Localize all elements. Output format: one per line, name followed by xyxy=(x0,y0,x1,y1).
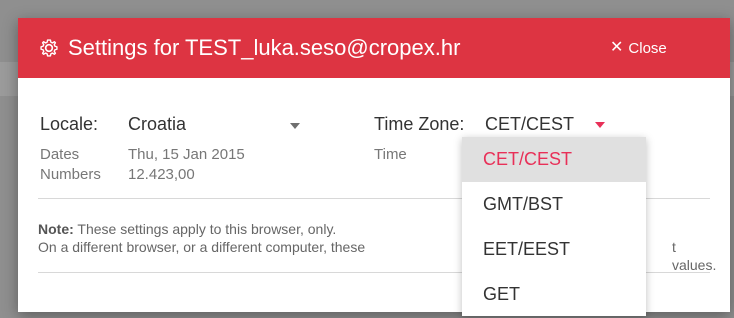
caret-down-icon[interactable] xyxy=(595,122,605,128)
timezone-label: Time Zone: xyxy=(374,114,465,134)
timezone-dropdown: CET/CEST GMT/BST EET/EEST GET xyxy=(462,137,646,316)
dropdown-option-cet-cest[interactable]: CET/CEST xyxy=(462,137,646,182)
locale-select[interactable]: Croatia xyxy=(128,114,186,135)
timezone-select[interactable]: CET/CEST xyxy=(485,114,574,135)
dates-label: Dates xyxy=(40,146,80,163)
note-text-2-start: On a different browser, or a different c… xyxy=(38,239,366,255)
dates-value: Thu, 15 Jan 2015 xyxy=(128,146,245,163)
gear-icon xyxy=(40,39,58,57)
dialog-title: Settings for TEST_luka.seso@cropex.hr xyxy=(68,35,461,60)
time-label: Time xyxy=(374,146,407,163)
dropdown-option-gmt-bst[interactable]: GMT/BST xyxy=(462,182,646,227)
note-text-2-end: t values. xyxy=(672,239,717,273)
dropdown-option-eet-eest[interactable]: EET/EEST xyxy=(462,227,646,272)
dialog-header: Settings for TEST_luka.seso@cropex.hr ✕ … xyxy=(18,18,730,78)
dropdown-option-get[interactable]: GET xyxy=(462,272,646,317)
note-text-1: These settings apply to this browser, on… xyxy=(77,221,337,237)
close-button[interactable]: ✕ Close xyxy=(610,36,667,60)
caret-down-icon[interactable] xyxy=(290,123,300,129)
close-label: Close xyxy=(628,39,667,57)
numbers-label: Numbers xyxy=(40,166,101,183)
numbers-value: 12.423,00 xyxy=(128,166,195,183)
note-strong: Note: xyxy=(38,221,74,237)
locale-label: Locale: xyxy=(40,114,99,134)
close-icon: ✕ xyxy=(610,39,624,56)
